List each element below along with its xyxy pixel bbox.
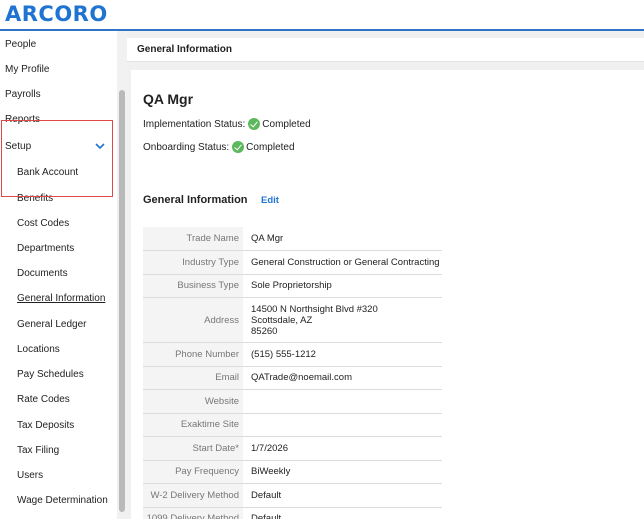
field-value: BiWeekly — [243, 460, 442, 484]
field-label: 1099 Delivery Method — [143, 507, 243, 519]
field-label: Email — [143, 366, 243, 390]
field-value: 1/7/2026 — [243, 436, 442, 461]
check-circle-icon — [232, 141, 245, 153]
sidebar-scrollbar-thumb[interactable] — [119, 90, 125, 512]
table-row: Industry Type General Construction or Ge… — [143, 250, 442, 275]
field-label: W-2 Delivery Method — [143, 483, 243, 508]
sidebar-item-people[interactable]: People — [5, 39, 36, 51]
sidebar-item-payrolls[interactable]: Payrolls — [5, 89, 41, 101]
implementation-status: Implementation Status: Completed — [143, 118, 311, 130]
field-label: Business Type — [143, 274, 243, 298]
sidebar-item-general-ledger[interactable]: General Ledger — [17, 319, 87, 331]
sidebar-item-my-profile[interactable]: My Profile — [5, 64, 49, 76]
chevron-down-icon[interactable] — [94, 140, 106, 152]
sidebar-item-documents[interactable]: Documents — [17, 268, 68, 280]
arcoro-logo[interactable]: ARCORO — [5, 3, 108, 25]
sidebar-item-benefits[interactable]: Benefits — [17, 193, 53, 205]
onboarding-status-label: Onboarding Status: — [143, 141, 230, 153]
general-info-table: Trade Name QA Mgr Industry Type General … — [143, 227, 442, 519]
table-row: 1099 Delivery Method Default — [143, 507, 442, 519]
top-bar: ARCORO — [0, 0, 644, 29]
field-label: Address — [143, 297, 243, 343]
field-label: Exaktime Site — [143, 413, 243, 437]
field-value: QA Mgr — [243, 227, 442, 251]
field-label: Website — [143, 389, 243, 414]
page-header: General Information — [127, 38, 644, 62]
sidebar-item-locations[interactable]: Locations — [17, 344, 60, 356]
sidebar-item-general-information[interactable]: General Information — [17, 293, 105, 305]
field-value: Sole Proprietorship — [243, 274, 442, 298]
field-label: Start Date* — [143, 436, 243, 461]
implementation-status-label: Implementation Status: — [143, 118, 246, 130]
check-circle-icon — [248, 118, 261, 130]
field-value: Default — [243, 507, 442, 519]
sidebar-item-tax-deposits[interactable]: Tax Deposits — [17, 420, 74, 432]
edit-link[interactable]: Edit — [261, 195, 279, 206]
table-row: Phone Number (515) 555-1212 — [143, 342, 442, 367]
onboarding-status: Onboarding Status: Completed — [143, 141, 295, 153]
field-value — [243, 389, 442, 414]
page-title: General Information — [137, 44, 233, 55]
field-value: 14500 N Northsight Blvd #320 Scottsdale,… — [243, 297, 442, 343]
table-row: Address 14500 N Northsight Blvd #320 Sco… — [143, 297, 442, 343]
sidebar-item-reports[interactable]: Reports — [5, 114, 40, 126]
sidebar-item-rate-codes[interactable]: Rate Codes — [17, 394, 70, 406]
field-label: Pay Frequency — [143, 460, 243, 484]
table-row: Pay Frequency BiWeekly — [143, 460, 442, 484]
onboarding-status-value: Completed — [246, 141, 295, 153]
section-title: General Information — [143, 194, 248, 206]
field-value — [243, 413, 442, 437]
table-row: Start Date* 1/7/2026 — [143, 436, 442, 461]
sidebar-item-pay-schedules[interactable]: Pay Schedules — [17, 369, 84, 381]
sidebar-item-tax-filing[interactable]: Tax Filing — [17, 445, 59, 457]
field-value: QATrade@noemail.com — [243, 366, 442, 390]
field-label: Phone Number — [143, 342, 243, 367]
field-value: General Construction or General Contract… — [243, 250, 442, 275]
employer-name: QA Mgr — [143, 91, 194, 107]
field-value: Default — [243, 483, 442, 508]
sidebar-item-wage-determination[interactable]: Wage Determination — [17, 495, 108, 507]
sidebar-item-bank-account[interactable]: Bank Account — [17, 167, 78, 179]
address-line: Scottsdale, AZ — [251, 314, 313, 326]
table-row: Email QATrade@noemail.com — [143, 366, 442, 390]
table-row: Website — [143, 389, 442, 414]
sidebar-item-cost-codes[interactable]: Cost Codes — [17, 218, 69, 230]
table-row: W-2 Delivery Method Default — [143, 483, 442, 508]
sidebar-item-setup[interactable]: Setup — [5, 141, 31, 153]
table-row: Exaktime Site — [143, 413, 442, 437]
field-label: Trade Name — [143, 227, 243, 251]
field-value: (515) 555-1212 — [243, 342, 442, 367]
table-row: Trade Name QA Mgr — [143, 227, 442, 251]
sidebar-item-users[interactable]: Users — [17, 470, 43, 482]
implementation-status-value: Completed — [262, 118, 311, 130]
field-label: Industry Type — [143, 250, 243, 275]
sidebar-item-departments[interactable]: Departments — [17, 243, 74, 255]
address-line: 85260 — [251, 325, 278, 337]
address-line: 14500 N Northsight Blvd #320 — [251, 303, 378, 315]
table-row: Business Type Sole Proprietorship — [143, 274, 442, 298]
